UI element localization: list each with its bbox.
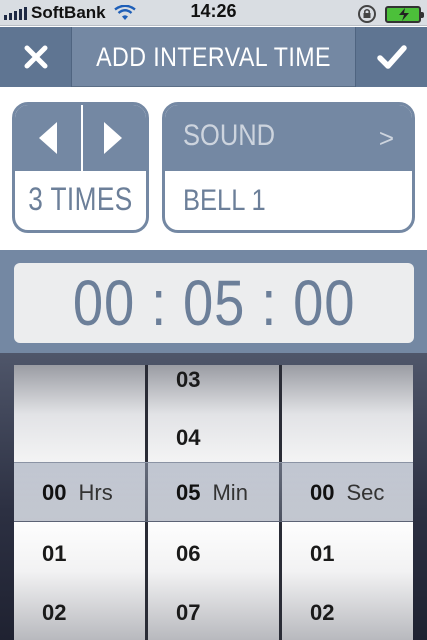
left-arrow-icon: [39, 122, 57, 154]
right-arrow-icon: [104, 122, 122, 154]
checkmark-icon: [376, 45, 407, 69]
sound-selector[interactable]: SOUND > BELL 1: [162, 102, 415, 233]
selected-seconds: 00 Sec: [310, 463, 384, 523]
selected-seconds-value: 00: [310, 480, 335, 505]
selected-minutes-value: 05: [176, 480, 201, 505]
cancel-button[interactable]: [0, 27, 72, 87]
time-display-value: 00 : 05 : 00: [72, 267, 356, 339]
time-display-band: 00 : 05 : 00: [0, 250, 427, 353]
sound-value: BELL 1: [183, 184, 266, 217]
increase-repeat-button[interactable]: [80, 105, 146, 171]
selected-hours: 00 Hrs: [42, 463, 113, 523]
minutes-unit-label: Min: [212, 480, 248, 505]
time-display: 00 : 05 : 00: [14, 263, 414, 343]
picker-selection-bar: 00 Hrs 05 Min 00 Sec: [14, 462, 413, 522]
page-title: ADD INTERVAL TIME: [96, 41, 331, 72]
selected-minutes: 05 Min: [176, 463, 248, 523]
header-bar: ADD INTERVAL TIME: [0, 27, 427, 87]
repeat-count-value: 3 TIMES: [28, 180, 133, 217]
chevron-right-icon: >: [378, 123, 394, 153]
status-right: [357, 4, 424, 24]
decrease-repeat-button[interactable]: [15, 105, 81, 171]
close-icon: [24, 45, 47, 69]
hours-unit-label: Hrs: [78, 480, 113, 505]
status-bar: SoftBank 14:26: [0, 0, 427, 26]
rotation-lock-icon: [358, 5, 376, 23]
selected-hours-value: 00: [42, 480, 67, 505]
confirm-button[interactable]: [355, 27, 427, 87]
seconds-unit-label: Sec: [346, 480, 385, 505]
battery-icon: [385, 5, 424, 23]
sound-label: SOUND: [183, 119, 276, 152]
repeat-stepper: [15, 105, 146, 171]
repeat-count-card: 3 TIMES: [12, 102, 149, 233]
